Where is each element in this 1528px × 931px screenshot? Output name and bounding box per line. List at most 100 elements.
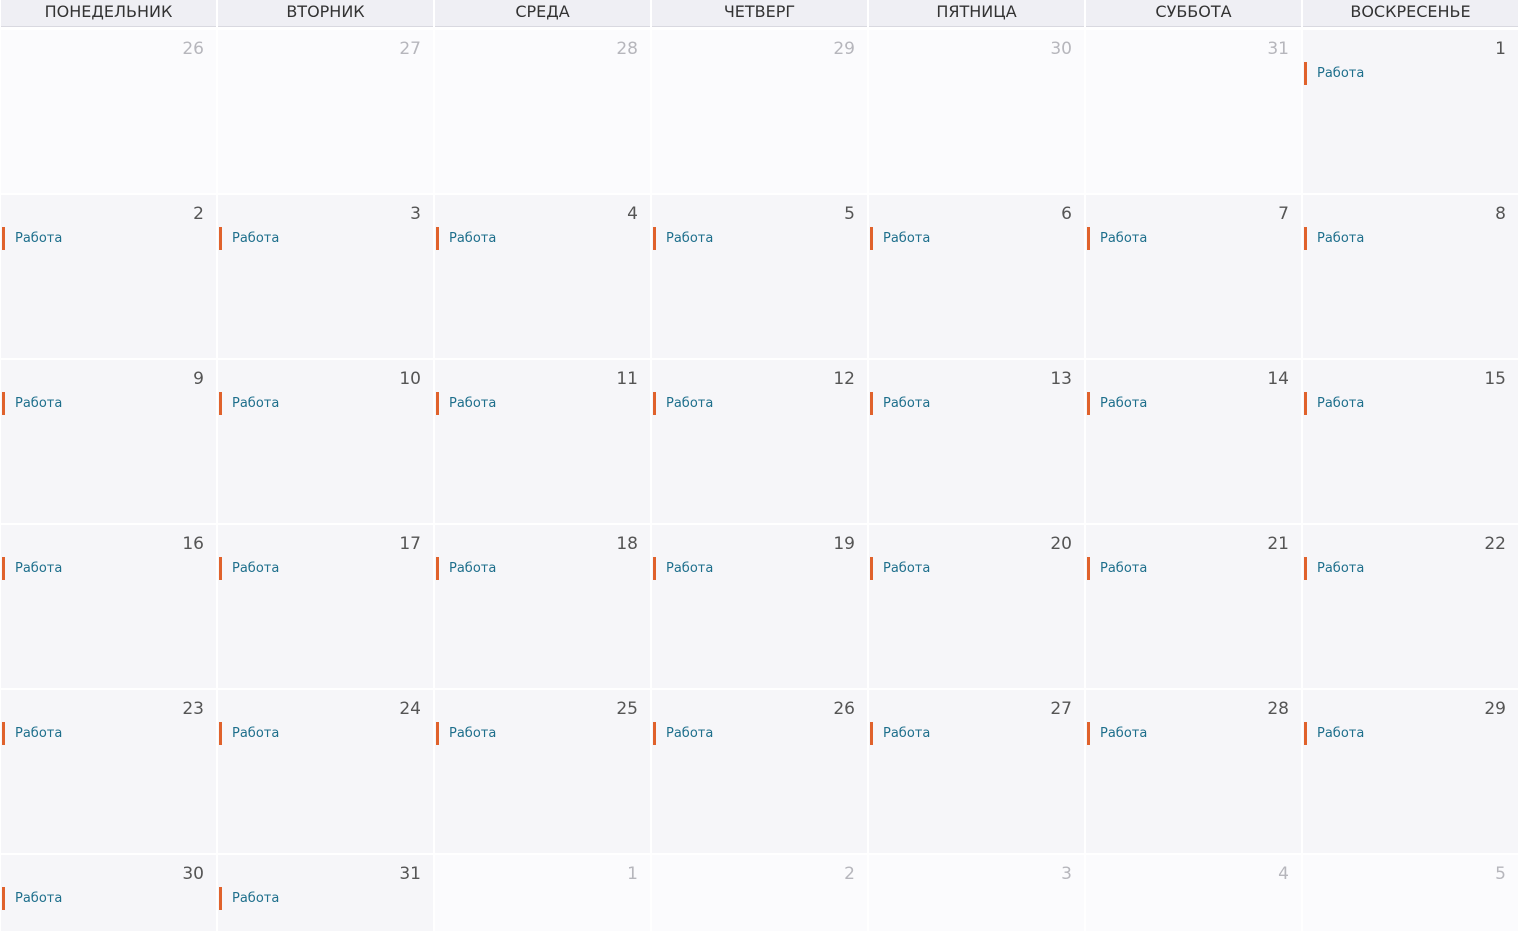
day-cell[interactable]: 12 Работа: [652, 360, 867, 523]
weekday-header-thursday: ЧЕТВЕРГ: [652, 0, 867, 27]
day-cell[interactable]: 1 Работа: [1303, 30, 1518, 193]
day-cell[interactable]: 1: [435, 855, 650, 931]
weekday-header-wednesday: СРЕДА: [435, 0, 650, 27]
day-cell[interactable]: 13 Работа: [869, 360, 1084, 523]
day-number: 4: [1278, 864, 1289, 884]
day-cell[interactable]: 18 Работа: [435, 525, 650, 688]
calendar-event[interactable]: Работа: [653, 557, 713, 580]
calendar-event[interactable]: Работа: [1304, 62, 1364, 85]
day-cell[interactable]: 9 Работа: [1, 360, 216, 523]
day-cell[interactable]: 23 Работа: [1, 690, 216, 853]
day-number: 1: [627, 864, 638, 884]
day-number: 8: [1495, 204, 1506, 224]
day-cell[interactable]: 29 Работа: [1303, 690, 1518, 853]
day-cell[interactable]: 25 Работа: [435, 690, 650, 853]
day-cell[interactable]: 27: [218, 30, 433, 193]
day-cell[interactable]: 2 Работа: [1, 195, 216, 358]
day-number: 1: [1495, 39, 1506, 59]
calendar-event[interactable]: Работа: [1087, 227, 1147, 250]
day-cell[interactable]: 4 Работа: [435, 195, 650, 358]
day-number: 27: [399, 39, 421, 59]
weekday-header-monday: ПОНЕДЕЛЬНИК: [1, 0, 216, 27]
calendar-event[interactable]: Работа: [2, 557, 62, 580]
week-row: 9 Работа 10 Работа 11 Работа 12 Работа 13 Работа 1…: [1, 360, 1519, 523]
day-cell[interactable]: 31 Работа: [218, 855, 433, 931]
calendar-event[interactable]: Работа: [1087, 557, 1147, 580]
day-cell[interactable]: 15 Работа: [1303, 360, 1518, 523]
day-number: 22: [1484, 534, 1506, 554]
day-cell[interactable]: 26: [1, 30, 216, 193]
day-cell[interactable]: 11 Работа: [435, 360, 650, 523]
calendar-event[interactable]: Работа: [1304, 227, 1364, 250]
calendar-event[interactable]: Работа: [870, 722, 930, 745]
day-number: 28: [616, 39, 638, 59]
calendar-event[interactable]: Работа: [1304, 722, 1364, 745]
month-calendar: ПОНЕДЕЛЬНИК ВТОРНИК СРЕДА ЧЕТВЕРГ ПЯТНИЦ…: [1, 0, 1519, 931]
day-number: 12: [833, 369, 855, 389]
calendar-event[interactable]: Работа: [219, 557, 279, 580]
day-number: 24: [399, 699, 421, 719]
day-number: 3: [410, 204, 421, 224]
weekday-header-saturday: СУББОТА: [1086, 0, 1301, 27]
calendar-event[interactable]: Работа: [2, 227, 62, 250]
calendar-event[interactable]: Работа: [219, 722, 279, 745]
calendar-event[interactable]: Работа: [1304, 392, 1364, 415]
day-cell[interactable]: 19 Работа: [652, 525, 867, 688]
day-cell[interactable]: 28: [435, 30, 650, 193]
day-cell[interactable]: 5 Работа: [652, 195, 867, 358]
calendar-event[interactable]: Работа: [870, 557, 930, 580]
day-cell[interactable]: 10 Работа: [218, 360, 433, 523]
day-number: 6: [1061, 204, 1072, 224]
day-number: 13: [1050, 369, 1072, 389]
week-row: 23 Работа 24 Работа 25 Работа 26 Работа 27 Работа…: [1, 690, 1519, 853]
weekday-header-row: ПОНЕДЕЛЬНИК ВТОРНИК СРЕДА ЧЕТВЕРГ ПЯТНИЦ…: [1, 0, 1519, 27]
calendar-event[interactable]: Работа: [219, 887, 279, 910]
calendar-event[interactable]: Работа: [1087, 722, 1147, 745]
day-cell[interactable]: 28 Работа: [1086, 690, 1301, 853]
calendar-event[interactable]: Работа: [653, 722, 713, 745]
day-cell[interactable]: 7 Работа: [1086, 195, 1301, 358]
weekday-header-tuesday: ВТОРНИК: [218, 0, 433, 27]
day-cell[interactable]: 30 Работа: [1, 855, 216, 931]
calendar-weeks: 26 27 28 29 30 31 1 Работа 2 Работа 3 Работа 4 Работа…: [1, 30, 1519, 931]
day-cell[interactable]: 24 Работа: [218, 690, 433, 853]
day-cell[interactable]: 14 Работа: [1086, 360, 1301, 523]
calendar-event[interactable]: Работа: [653, 392, 713, 415]
calendar-event[interactable]: Работа: [870, 227, 930, 250]
day-cell[interactable]: 27 Работа: [869, 690, 1084, 853]
day-cell[interactable]: 16 Работа: [1, 525, 216, 688]
day-cell[interactable]: 2: [652, 855, 867, 931]
day-cell[interactable]: 8 Работа: [1303, 195, 1518, 358]
calendar-event[interactable]: Работа: [436, 722, 496, 745]
day-cell[interactable]: 17 Работа: [218, 525, 433, 688]
calendar-event[interactable]: Работа: [436, 227, 496, 250]
day-cell[interactable]: 5: [1303, 855, 1518, 931]
calendar-event[interactable]: Работа: [653, 227, 713, 250]
calendar-event[interactable]: Работа: [2, 887, 62, 910]
calendar-event[interactable]: Работа: [1304, 557, 1364, 580]
calendar-event[interactable]: Работа: [436, 557, 496, 580]
calendar-event[interactable]: Работа: [2, 722, 62, 745]
day-cell[interactable]: 3 Работа: [218, 195, 433, 358]
day-number: 30: [182, 864, 204, 884]
day-number: 28: [1267, 699, 1289, 719]
day-cell[interactable]: 6 Работа: [869, 195, 1084, 358]
day-number: 10: [399, 369, 421, 389]
day-cell[interactable]: 30: [869, 30, 1084, 193]
calendar-event[interactable]: Работа: [219, 227, 279, 250]
day-cell[interactable]: 20 Работа: [869, 525, 1084, 688]
day-cell[interactable]: 26 Работа: [652, 690, 867, 853]
day-cell[interactable]: 3: [869, 855, 1084, 931]
day-number: 17: [399, 534, 421, 554]
calendar-event[interactable]: Работа: [436, 392, 496, 415]
day-cell[interactable]: 21 Работа: [1086, 525, 1301, 688]
day-cell[interactable]: 31: [1086, 30, 1301, 193]
calendar-event[interactable]: Работа: [2, 392, 62, 415]
day-number: 26: [182, 39, 204, 59]
calendar-event[interactable]: Работа: [219, 392, 279, 415]
day-cell[interactable]: 22 Работа: [1303, 525, 1518, 688]
day-cell[interactable]: 29: [652, 30, 867, 193]
calendar-event[interactable]: Работа: [1087, 392, 1147, 415]
day-cell[interactable]: 4: [1086, 855, 1301, 931]
calendar-event[interactable]: Работа: [870, 392, 930, 415]
